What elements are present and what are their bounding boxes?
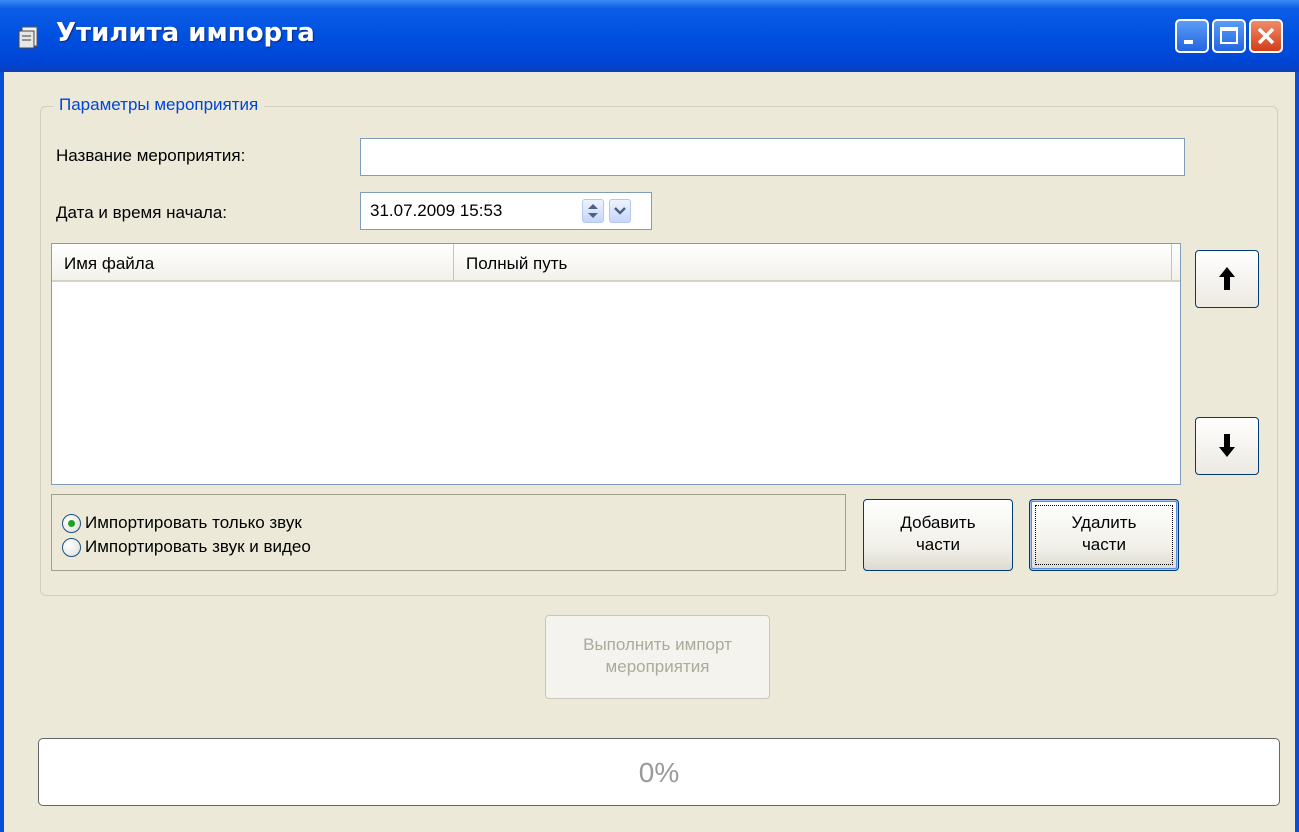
- button-label: Добавить: [900, 513, 976, 532]
- radio-button-checked[interactable]: [62, 514, 81, 533]
- column-header-filename[interactable]: Имя файла: [52, 244, 454, 280]
- radio-button[interactable]: [62, 538, 81, 557]
- button-label: Удалить: [1071, 513, 1137, 532]
- import-progress-bar: 0%: [38, 738, 1280, 806]
- column-header-fullpath[interactable]: Полный путь: [454, 244, 1172, 280]
- group-legend: Параметры мероприятия: [53, 95, 265, 115]
- arrow-down-icon: [1219, 434, 1235, 457]
- minimize-button[interactable]: [1175, 19, 1209, 53]
- event-name-input[interactable]: [360, 138, 1185, 176]
- start-datetime-value: 31.07.2009 15:53: [370, 201, 503, 220]
- close-icon: [1257, 27, 1275, 45]
- arrow-up-icon: [1219, 267, 1235, 290]
- column-header-label: Имя файла: [64, 254, 155, 273]
- title-bar[interactable]: Утилита импорта: [0, 0, 1299, 72]
- import-utility-window: Утилита импорта Параметры мероприятия На…: [0, 0, 1299, 832]
- button-label: Выполнить импорт: [583, 635, 732, 654]
- button-label: части: [915, 535, 961, 554]
- window-title: Утилита импорта: [56, 18, 315, 48]
- event-name-label: Название мероприятия:: [56, 146, 246, 165]
- files-list[interactable]: Имя файла Полный путь: [51, 243, 1181, 485]
- close-button[interactable]: [1249, 19, 1283, 53]
- add-parts-button[interactable]: Добавить части: [863, 499, 1013, 571]
- start-datetime-label: Дата и время начала:: [56, 203, 228, 222]
- import-mode-panel: Импортировать только звук Импортировать …: [51, 494, 846, 571]
- minimize-icon: [1184, 40, 1193, 44]
- button-label: части: [1081, 535, 1127, 554]
- spin-updown-icon: [588, 204, 598, 218]
- datetime-spin-button[interactable]: [582, 199, 604, 223]
- remove-parts-button[interactable]: Удалить части: [1029, 499, 1179, 571]
- datetime-dropdown-button[interactable]: [609, 199, 631, 223]
- app-icon: [18, 26, 38, 49]
- radio-label: Импортировать только звук: [85, 513, 302, 532]
- list-header: Имя файла Полный путь: [52, 244, 1180, 282]
- button-label: мероприятия: [605, 657, 710, 676]
- move-up-button[interactable]: [1195, 250, 1259, 308]
- radio-label: Импортировать звук и видео: [85, 537, 311, 556]
- run-import-button[interactable]: Выполнить импорт мероприятия: [545, 615, 770, 699]
- column-header-label: Полный путь: [466, 254, 568, 273]
- progress-text: 0%: [638, 757, 680, 788]
- maximize-button[interactable]: [1212, 19, 1246, 53]
- chevron-down-icon: [614, 207, 626, 215]
- maximize-icon: [1220, 27, 1238, 44]
- start-datetime-picker[interactable]: 31.07.2009 15:53: [360, 192, 652, 230]
- move-down-button[interactable]: [1195, 417, 1259, 475]
